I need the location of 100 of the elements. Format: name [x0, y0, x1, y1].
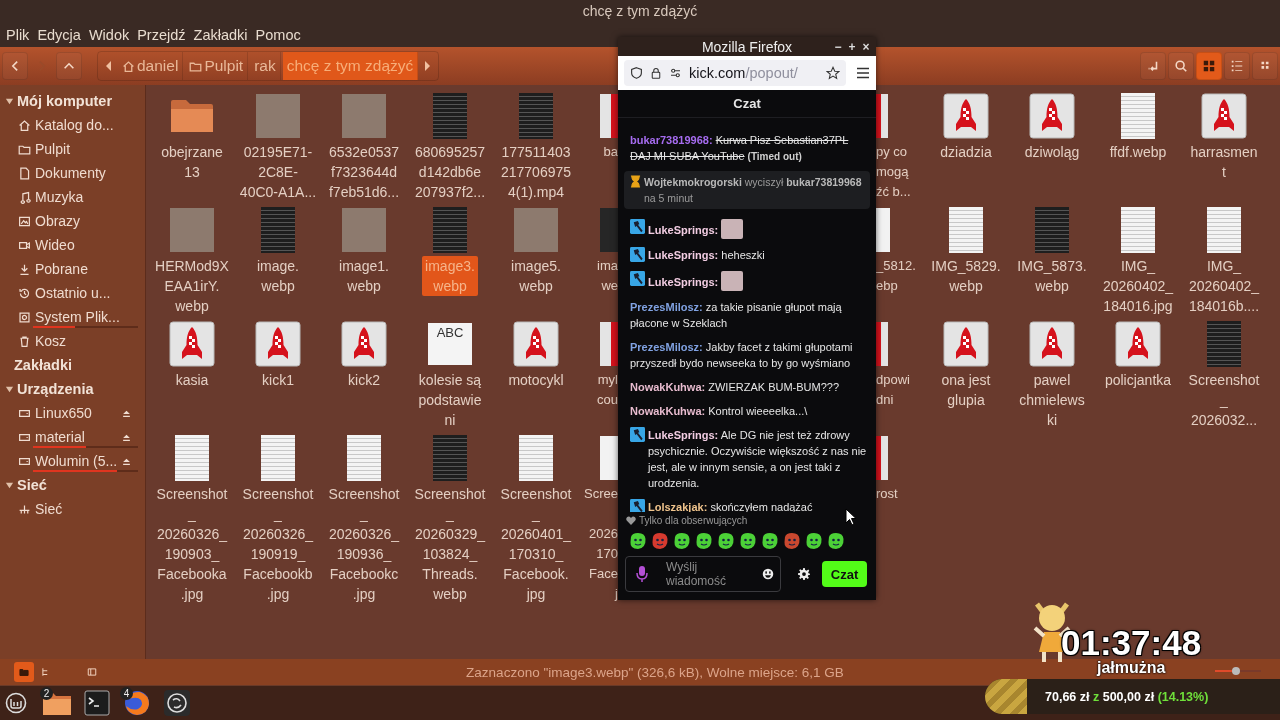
- eject-icon[interactable]: [122, 432, 131, 442]
- file-name[interactable]: dziadzia: [937, 142, 995, 162]
- file-name[interactable]: policjantka: [1101, 370, 1175, 390]
- folder-icon[interactable]: [42, 690, 72, 716]
- file-name[interactable]: Screenshot _ 20260401_ 170310_ Facebook. jpg: [497, 484, 575, 604]
- file-name[interactable]: IMG_5873. webp: [1014, 256, 1090, 296]
- places-button[interactable]: [14, 662, 34, 682]
- file-name[interactable]: 680695257 d142db6e 207937f2...: [411, 142, 489, 202]
- file-name[interactable]: ima we: [597, 256, 618, 296]
- emote-icon[interactable]: [738, 531, 758, 551]
- left-arrow-icon[interactable]: [105, 61, 113, 71]
- file-name[interactable]: dpowi dni: [876, 370, 910, 410]
- sidebar-item[interactable]: Dokumenty: [0, 161, 145, 185]
- file-name[interactable]: dziwoląg: [1021, 142, 1083, 162]
- file-name[interactable]: kasia: [172, 370, 212, 390]
- expander-icon[interactable]: [5, 96, 14, 106]
- file-name[interactable]: ffdf.webp: [1106, 142, 1170, 162]
- file-name[interactable]: pawel chmielews ki: [1016, 370, 1088, 430]
- menu-item[interactable]: Przejdź: [133, 26, 190, 43]
- file-name[interactable]: ba: [603, 142, 618, 162]
- bookmark-star-icon[interactable]: [826, 66, 840, 80]
- eject-icon[interactable]: [122, 456, 131, 466]
- file-name[interactable]: IMG_ 20260402_ 184016b....: [1185, 256, 1263, 316]
- file-name[interactable]: image. webp: [254, 256, 302, 296]
- sidebar-item[interactable]: Wideo: [0, 233, 145, 257]
- settings-icon[interactable]: [798, 568, 810, 580]
- breadcrumb-item[interactable]: daniel: [118, 52, 184, 80]
- address-bar[interactable]: kick.com/popout/: [624, 60, 846, 86]
- emote-icon[interactable]: [760, 531, 780, 551]
- chat-username[interactable]: LukeSprings:: [648, 224, 719, 236]
- microphone-icon[interactable]: [636, 565, 648, 583]
- file-name[interactable]: 177511403 217706975 4(1).mp4: [497, 142, 575, 202]
- file-name[interactable]: Screenshot _ 20260326_ 190936_ Facebookc .jpg: [325, 484, 403, 604]
- sidebar-item[interactable]: System Plik...: [0, 305, 145, 329]
- start-menu-icon[interactable]: [5, 692, 27, 714]
- right-arrow-icon[interactable]: [423, 61, 432, 71]
- message-input[interactable]: Wyślij wiadomość: [654, 558, 756, 590]
- file-name[interactable]: obejrzane 13: [158, 142, 226, 182]
- menu-item[interactable]: Zakładki: [189, 26, 252, 43]
- sidebar-item[interactable]: Pobrane: [0, 257, 145, 281]
- sidebar-item[interactable]: Muzyka: [0, 185, 145, 209]
- emote-icon[interactable]: [804, 531, 824, 551]
- sidebar-item[interactable]: Katalog do...: [0, 113, 145, 137]
- file-name[interactable]: harrasmen t: [1187, 142, 1261, 182]
- lock-icon[interactable]: [650, 66, 662, 80]
- sidebar-item[interactable]: Wolumin (5...: [0, 449, 145, 473]
- location-toggle-button[interactable]: [1140, 52, 1166, 80]
- expander-icon[interactable]: [5, 480, 14, 490]
- sidebar-item[interactable]: Ostatnio u...: [0, 281, 145, 305]
- list-view-button[interactable]: [1224, 52, 1250, 80]
- file-name[interactable]: Scree 2026 170 Face j: [584, 484, 618, 604]
- sidebar-item[interactable]: material: [0, 425, 145, 449]
- emote-icon[interactable]: [716, 531, 736, 551]
- emote-icon[interactable]: [694, 531, 714, 551]
- file-name[interactable]: Screenshot _ 20260326_ 190903_ Facebooka .jpg: [153, 484, 231, 604]
- menu-item[interactable]: Edycja: [33, 26, 85, 43]
- file-name[interactable]: _5812. ebp: [876, 256, 916, 296]
- emote-icon[interactable]: [628, 531, 648, 551]
- emote-icon[interactable]: [826, 531, 846, 551]
- file-name[interactable]: IMG_5829. webp: [928, 256, 1004, 296]
- sidebar-item[interactable]: Obrazy: [0, 209, 145, 233]
- emoji-icon[interactable]: [762, 568, 774, 580]
- file-name[interactable]: kolesie są podstawie ni: [415, 370, 485, 430]
- search-button[interactable]: [1168, 52, 1194, 80]
- chat-username[interactable]: LukeSprings:: [648, 276, 719, 288]
- emote-icon[interactable]: [672, 531, 692, 551]
- expander-icon[interactable]: [5, 384, 14, 394]
- file-name[interactable]: rost: [876, 484, 898, 504]
- file-name[interactable]: kick2: [345, 370, 383, 390]
- back-button[interactable]: [2, 52, 28, 80]
- sidebar-item[interactable]: Pulpit: [0, 137, 145, 161]
- close-button[interactable]: ×: [861, 39, 871, 54]
- file-name[interactable]: HERMod9X EAA1irY. webp: [152, 256, 232, 316]
- file-name[interactable]: image1. webp: [336, 256, 392, 296]
- emote-icon[interactable]: [782, 531, 802, 551]
- file-name[interactable]: 02195E71- 2C8E- 40C0-A1A...: [236, 142, 320, 202]
- file-name[interactable]: motocykl: [505, 370, 567, 390]
- slider[interactable]: [1215, 667, 1261, 675]
- file-name[interactable]: IMG_ 20260402_ 184016.jpg: [1099, 256, 1177, 316]
- compact-view-button[interactable]: [1252, 52, 1278, 80]
- file-name[interactable]: myl cou: [597, 370, 618, 410]
- file-name[interactable]: ona jest glupia: [938, 370, 994, 410]
- recorder-icon[interactable]: [164, 690, 190, 716]
- breadcrumb-item[interactable]: Pulpit: [185, 52, 249, 80]
- file-name[interactable]: Screenshot _ 20260329_ 103824_ Threads. webp: [411, 484, 489, 604]
- maximize-button[interactable]: +: [847, 39, 857, 54]
- sidebar-item[interactable]: Kosz: [0, 329, 145, 353]
- icon-view-button[interactable]: [1196, 52, 1222, 80]
- send-button[interactable]: Czat: [822, 561, 867, 587]
- file-name[interactable]: py co mogą źć b...: [876, 142, 911, 202]
- file-name[interactable]: Screenshot _ 20260326_ 190919_ Facebookb .jpg: [239, 484, 317, 604]
- eject-icon[interactable]: [122, 408, 131, 418]
- shield-icon[interactable]: [630, 66, 643, 80]
- sidebar-item[interactable]: Linux650: [0, 401, 145, 425]
- file-name[interactable]: kick1: [259, 370, 297, 390]
- emote-icon[interactable]: [650, 531, 670, 551]
- sidebar-item[interactable]: Sieć: [0, 497, 145, 521]
- terminal-icon[interactable]: [84, 690, 110, 716]
- browser-icon[interactable]: [123, 689, 151, 717]
- menu-item[interactable]: Widok: [84, 26, 134, 43]
